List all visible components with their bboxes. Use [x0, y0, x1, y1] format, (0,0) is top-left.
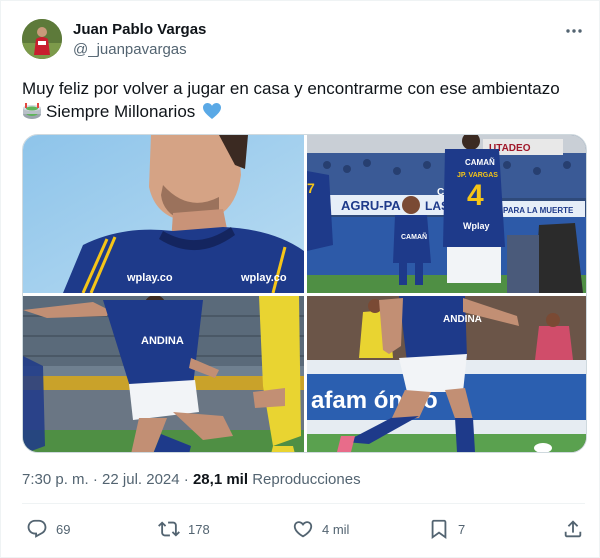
tweet-text: Muy feliz por volver a jugar en casa y e… [22, 77, 587, 123]
tweet-text-line2-label: Siempre Millonarios [46, 102, 196, 121]
photo1-sponsor-right: wplay.co [240, 272, 287, 284]
reply-button[interactable]: 69 [26, 517, 70, 541]
photo3-brand: ANDINA [141, 335, 184, 347]
author-avatar[interactable] [22, 19, 62, 59]
tweet-time[interactable]: 7:30 p. m. [22, 471, 89, 488]
reply-icon [27, 519, 47, 538]
stadium-icon [23, 103, 41, 119]
like-count: 4 mil [322, 521, 350, 537]
repost-button[interactable]: 178 [158, 517, 210, 541]
view-count-label: Reproducciones [252, 471, 361, 488]
photo2-shirt-name: JP. VARGAS [457, 172, 498, 179]
blue-heart-icon [203, 103, 222, 119]
heart-icon [293, 521, 313, 538]
reply-count: 69 [56, 521, 71, 537]
bookmark-icon [431, 519, 447, 540]
photo2-shirt-number: 4 [467, 179, 484, 212]
tweet-text-line2: Siempre Millonarios [22, 100, 587, 123]
photo1-sponsor-left: wplay.co [126, 272, 173, 284]
photo-1[interactable]: wplay.co wplay.co [23, 135, 304, 293]
photo2-sponsor: Wplay [463, 221, 490, 231]
more-options-icon[interactable] [563, 21, 585, 41]
bookmark-button[interactable]: 7 [428, 517, 465, 541]
share-icon [564, 520, 582, 538]
share-button[interactable] [562, 517, 592, 541]
avatar-photo [22, 19, 62, 59]
photo2-kid-brand: CAMAÑ [401, 232, 427, 241]
svg-text:7: 7 [307, 180, 315, 196]
author-name[interactable]: Juan Pablo Vargas [73, 21, 206, 38]
photo2-banner-agrupa: AGRU-PA [341, 198, 401, 213]
author-handle[interactable]: @_juanpavargas [73, 41, 187, 58]
photo4-brand: ANDINA [443, 314, 482, 325]
photo-4[interactable]: afam ónico ANDINA [307, 296, 586, 452]
photo2-brand: CAMAÑ [465, 158, 495, 167]
repost-icon [158, 521, 180, 537]
tweet-meta: 7:30 p. m. · 22 jul. 2024 · 28,1 mil Rep… [22, 471, 361, 488]
view-count: 28,1 mil [192, 471, 249, 488]
tweet-date[interactable]: 22 jul. 2024 [102, 471, 180, 488]
repost-count: 178 [188, 521, 210, 537]
tweet-text-line1: Muy feliz por volver a jugar en casa y e… [22, 79, 560, 98]
photo-3[interactable]: ANDINA [23, 296, 304, 452]
meta-separator: · [92, 471, 98, 488]
photo-2[interactable]: UTADEO AGRU-PA LAS PARA LA MUERTE CIA 7 … [307, 135, 586, 293]
action-bar: 69 178 4 mil 7 [22, 517, 587, 541]
divider [22, 503, 585, 504]
bookmark-count: 7 [458, 521, 466, 537]
photo2-banner-muerte: PARA LA MUERTE [503, 206, 574, 215]
like-button[interactable]: 4 mil [292, 517, 349, 541]
media-grid: wplay.co wplay.co UTADEO AGRU-PA LAS PAR… [22, 134, 587, 453]
meta-separator-2: · [183, 471, 189, 488]
tweet-card: Juan Pablo Vargas @_juanpavargas Muy fel… [0, 0, 600, 558]
